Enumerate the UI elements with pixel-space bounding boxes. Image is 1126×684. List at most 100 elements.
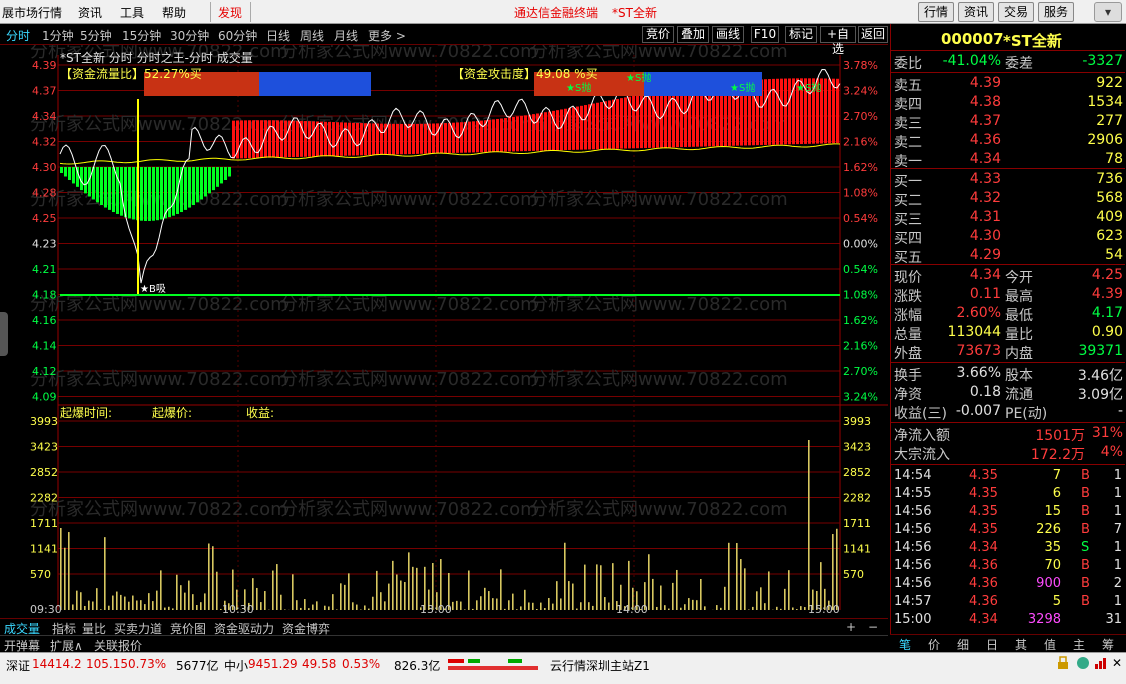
period-tab-more[interactable]: 更多 >	[368, 27, 406, 44]
period-tab-5min[interactable]: 5分钟	[80, 27, 112, 44]
volume-bar	[108, 605, 110, 610]
sz-change: 105.15	[86, 657, 128, 671]
menu-market[interactable]: 展市场行情	[2, 4, 62, 21]
volume-bar	[596, 564, 598, 610]
tool-f10[interactable]: F10	[751, 26, 779, 43]
menu-tools[interactable]: 工具	[120, 4, 144, 21]
tool-draw[interactable]: 画线	[712, 26, 744, 43]
panel-tab[interactable]: 值	[1037, 636, 1063, 653]
period-tab-30min[interactable]: 30分钟	[170, 27, 209, 44]
bid-row[interactable]: 买一 4.33 736	[891, 171, 1125, 190]
trade-row[interactable]: 14:54 4.35 7 B 1	[891, 468, 1125, 486]
volume-axis-label-right: 1711	[843, 517, 871, 530]
pct-axis-label: 0.54%	[843, 263, 878, 276]
flow-bar-positive	[636, 95, 639, 149]
stat-row[interactable]: 现价 4.34 今开 4.25	[891, 267, 1125, 286]
flow-bar-positive	[824, 78, 827, 144]
menu-discover[interactable]: 发现	[218, 4, 242, 21]
trade-row[interactable]: 14:56 4.36 900 B 2	[891, 576, 1125, 594]
stat2-row[interactable]: 换手 3.66% 股本 3.46亿	[891, 365, 1125, 384]
menu-help[interactable]: 帮助	[162, 4, 186, 21]
sz-index: 14414.2	[32, 657, 82, 671]
window-control-button[interactable]: ▾	[1094, 2, 1122, 22]
zoom-in-button[interactable]: +	[846, 620, 856, 634]
flow-bar-positive	[320, 121, 323, 157]
service-button[interactable]: 服务	[1038, 2, 1074, 22]
volume-bar	[352, 602, 354, 610]
panel-tab[interactable]: 日	[979, 636, 1005, 653]
trade-row[interactable]: 15:00 4.34 3298 31	[891, 612, 1125, 630]
volume-bar	[584, 564, 586, 610]
trade-button[interactable]: 交易	[998, 2, 1034, 22]
ask-row[interactable]: 卖二 4.36 2906	[891, 132, 1125, 151]
trade-row[interactable]: 14:55 4.35 6 B 1	[891, 486, 1125, 504]
tool-auction[interactable]: 竞价	[642, 26, 674, 43]
price-axis-label: 4.09	[32, 391, 57, 404]
flow-bar-positive	[324, 121, 327, 157]
period-tab-intraday[interactable]: 分时	[6, 27, 30, 44]
bid-row[interactable]: 买三 4.31 409	[891, 209, 1125, 228]
period-tab-month[interactable]: 月线	[334, 27, 358, 44]
bid-label: 买三	[894, 212, 922, 228]
stat2-row[interactable]: 收益(三) -0.007 PE(动) -	[891, 403, 1125, 422]
signal-icon[interactable]	[1094, 656, 1108, 673]
expand-left-handle[interactable]	[0, 312, 8, 356]
flow-bar-positive	[676, 88, 679, 148]
ask-volume: 1534	[1087, 94, 1123, 110]
time-axis-label: 09:30	[30, 603, 62, 616]
notification-icon[interactable]	[1076, 656, 1090, 673]
stat-row[interactable]: 涨跌 0.11 最高 4.39	[891, 286, 1125, 305]
period-tab-day[interactable]: 日线	[266, 27, 290, 44]
stat-row[interactable]: 涨幅 2.60% 最低 4.17	[891, 305, 1125, 324]
panel-tab[interactable]: 笔	[892, 636, 918, 653]
volume-bar	[468, 570, 470, 610]
close-icon[interactable]: ✕	[1112, 656, 1122, 670]
ask-row[interactable]: 卖四 4.38 1534	[891, 94, 1125, 113]
panel-tab[interactable]: 其	[1008, 636, 1034, 653]
trade-row[interactable]: 14:57 4.36 5 B 1	[891, 594, 1125, 612]
ask-row[interactable]: 卖五 4.39 922	[891, 75, 1125, 94]
panel-tab[interactable]: 主	[1066, 636, 1092, 653]
bid-row[interactable]: 买二 4.32 568	[891, 190, 1125, 209]
tool-back[interactable]: 返回	[858, 26, 888, 43]
watermark-text: 分析家公式网www.70822.com	[280, 189, 538, 210]
flow-bar-positive	[472, 121, 475, 153]
trade-row[interactable]: 14:56 4.36 70 B 1	[891, 558, 1125, 576]
lock-icon[interactable]	[1056, 656, 1070, 673]
tool-add-favorite[interactable]: +自选	[820, 26, 856, 56]
flow-bar-positive	[372, 123, 375, 155]
period-tab-60min[interactable]: 60分钟	[218, 27, 257, 44]
period-tab-week[interactable]: 周线	[300, 27, 324, 44]
ask-row[interactable]: 卖三 4.37 277	[891, 113, 1125, 132]
tool-overlay[interactable]: 叠加	[677, 26, 709, 43]
menu-news[interactable]: 资讯	[78, 4, 102, 21]
news-button[interactable]: 资讯	[958, 2, 994, 22]
market-button[interactable]: 行情	[918, 2, 954, 22]
chart-overlays: *ST全新 分时 分时之王-分时 成交量 【资金流量比】52.27%买 【资金攻…	[60, 50, 821, 420]
trade-row[interactable]: 14:56 4.35 226 B 7	[891, 522, 1125, 540]
volume-bar	[316, 601, 318, 610]
tool-mark[interactable]: 标记	[785, 26, 817, 43]
intraday-chart[interactable]: 分析家公式网www.70822.com分析家公式网www.70822.com分析…	[0, 45, 888, 618]
flow-value: 172.2万	[1030, 447, 1085, 463]
volume-bar	[776, 606, 778, 610]
bid-volume: 623	[1096, 228, 1123, 244]
volume-bar	[724, 586, 726, 610]
trade-row[interactable]: 14:56 4.34 35 S 1	[891, 540, 1125, 558]
stat-value-2: 4.39	[1091, 286, 1123, 302]
flow-bar-positive	[540, 112, 543, 151]
stat-row[interactable]: 总量 113044 量比 0.90	[891, 324, 1125, 343]
flow-bar-positive	[488, 119, 491, 153]
zoom-out-button[interactable]: −	[868, 620, 878, 634]
period-tab-1min[interactable]: 1分钟	[42, 27, 74, 44]
stat-row[interactable]: 外盘 73673 内盘 39371	[891, 343, 1125, 362]
bid-row[interactable]: 买四 4.30 623	[891, 228, 1125, 247]
panel-tab[interactable]: 细	[950, 636, 976, 653]
burst-time-label: 起爆时间:	[60, 406, 112, 420]
volume-bar	[80, 592, 82, 610]
trade-row[interactable]: 14:56 4.35 15 B 1	[891, 504, 1125, 522]
stat2-row[interactable]: 净资 0.18 流通 3.09亿	[891, 384, 1125, 403]
panel-tab[interactable]: 价	[921, 636, 947, 653]
panel-tab[interactable]: 筹	[1095, 636, 1121, 653]
period-tab-15min[interactable]: 15分钟	[122, 27, 161, 44]
